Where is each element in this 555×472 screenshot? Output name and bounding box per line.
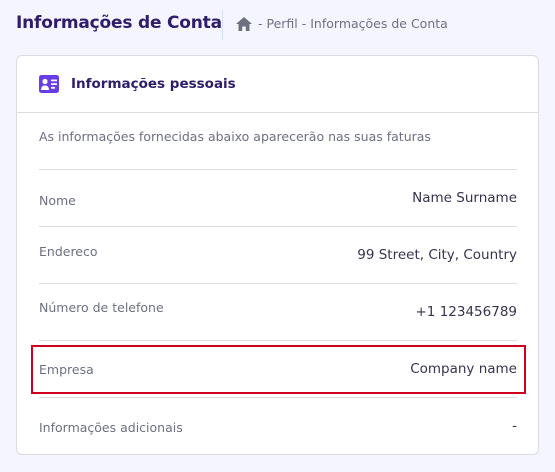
home-icon[interactable]	[236, 16, 252, 31]
row-value: Name Surname	[412, 190, 517, 206]
row-label: Empresa	[39, 362, 94, 377]
info-row-additional: Informações adicionais -	[39, 398, 517, 454]
page-header: Informações de Conta - Perfil - Informaç…	[0, 0, 555, 50]
row-value: -	[512, 418, 517, 434]
row-label: Endereco	[39, 244, 98, 259]
personal-info-card: Informações pessoais As informações forn…	[16, 55, 539, 455]
card-title: Informações pessoais	[71, 76, 236, 92]
row-label: Número de telefone	[39, 300, 164, 315]
breadcrumb: - Perfil - Informações de Conta	[236, 16, 452, 31]
row-value: 99 Street, City, Country	[357, 247, 517, 263]
info-row-address: Endereco 99 Street, City, Country	[39, 227, 517, 284]
info-row-name: Nome Name Surname	[39, 170, 517, 227]
breadcrumb-item-current: - Informações de Conta	[301, 16, 448, 31]
header-divider	[222, 10, 223, 40]
page-title: Informações de Conta	[16, 13, 222, 33]
row-value: Company name	[410, 361, 517, 377]
card-header: Informações pessoais	[17, 56, 538, 113]
row-value: +1 123456789	[415, 304, 518, 320]
info-row-phone: Número de telefone +1 123456789	[39, 284, 517, 341]
info-row-company: Empresa Company name	[39, 341, 517, 398]
id-card-icon	[39, 75, 59, 93]
row-label: Informações adicionais	[39, 420, 183, 435]
row-label: Nome	[39, 193, 76, 208]
card-description: As informações fornecidas abaixo aparece…	[39, 129, 431, 144]
breadcrumb-item-perfil[interactable]: - Perfil	[258, 16, 298, 31]
